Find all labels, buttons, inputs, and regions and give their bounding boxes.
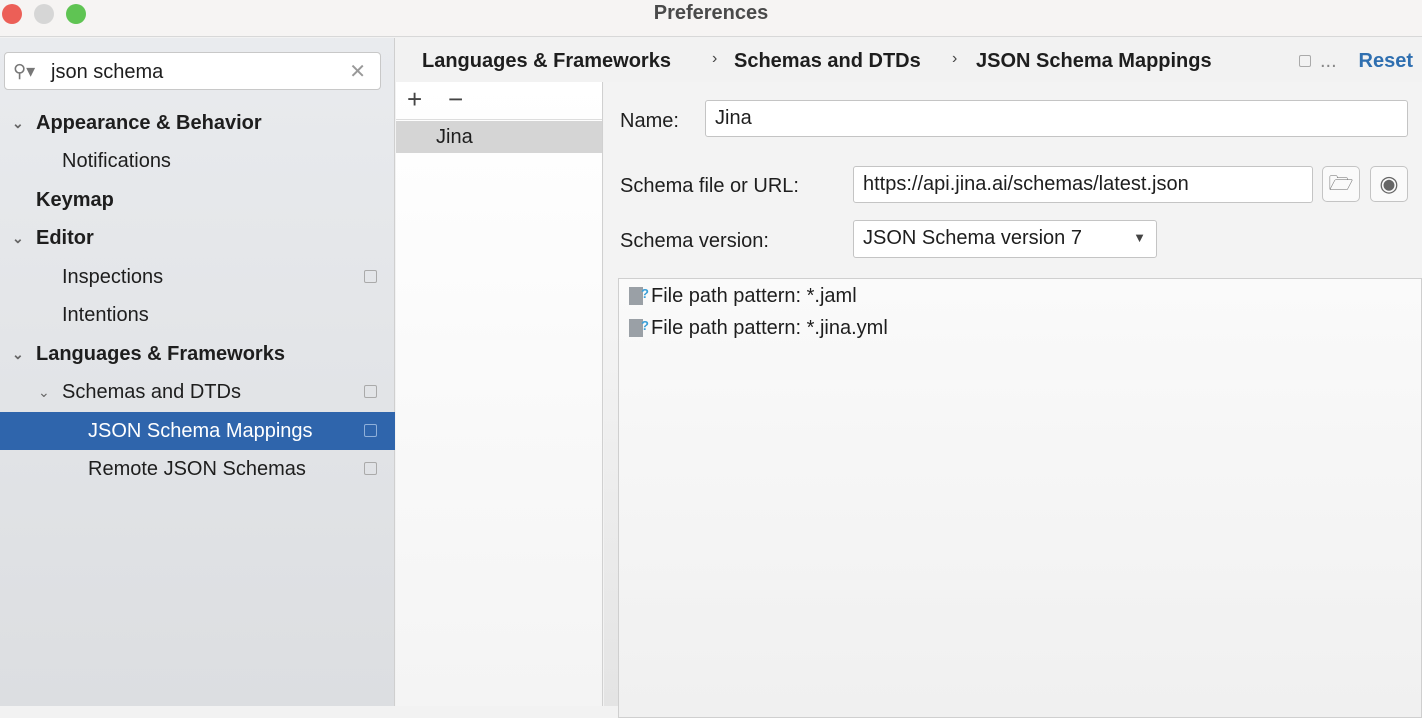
item-label: Languages & Frameworks xyxy=(36,343,285,365)
item-label: JSON Schema Mappings xyxy=(88,420,313,442)
sidebar-item-remote-json-schemas[interactable]: Remote JSON Schemas xyxy=(0,450,395,488)
schema-version-select[interactable]: JSON Schema version 7 ▼ xyxy=(853,220,1157,258)
name-input[interactable]: Jina xyxy=(705,100,1408,137)
add-mapping-button[interactable]: + xyxy=(407,84,422,115)
item-label: Schemas and DTDs xyxy=(62,381,241,403)
name-value: Jina xyxy=(715,107,752,129)
more-options[interactable]: ... xyxy=(1320,50,1337,73)
item-label: Notifications xyxy=(62,150,171,172)
item-label: Remote JSON Schemas xyxy=(88,458,306,480)
sidebar-item-json-schema-mappings[interactable]: JSON Schema Mappings xyxy=(0,412,395,450)
chevron-down-icon[interactable]: ⌄ xyxy=(12,104,24,142)
pattern-list-item[interactable]: ? File path pattern: *.jaml xyxy=(629,281,857,311)
item-label: Intentions xyxy=(62,304,149,326)
sidebar-item-notifications[interactable]: Notifications xyxy=(0,142,395,180)
project-settings-icon xyxy=(364,462,377,475)
sidebar: ⚲▾ json schema ✕ ⌄ Appearance & Behavior … xyxy=(0,38,395,706)
schema-url-input[interactable]: https://api.jina.ai/schemas/latest.json xyxy=(853,166,1313,203)
close-window-button[interactable] xyxy=(2,4,22,24)
schema-version-label: Schema version: xyxy=(620,230,769,252)
breadcrumb-item[interactable]: Schemas and DTDs xyxy=(734,50,921,73)
clear-search-icon[interactable]: ✕ xyxy=(349,59,366,84)
folder-icon: 🗁 xyxy=(1328,173,1354,195)
item-label: Appearance & Behavior xyxy=(36,112,262,134)
project-settings-icon xyxy=(364,385,377,398)
file-patterns-list[interactable]: ? File path pattern: *.jaml ? File path pa… xyxy=(618,278,1422,718)
schema-url-value: https://api.jina.ai/schemas/latest.json xyxy=(863,173,1189,195)
item-label: Editor xyxy=(36,227,94,249)
sidebar-item-keymap[interactable]: Keymap xyxy=(0,181,395,219)
globe-icon: ◉ xyxy=(1379,171,1399,196)
browse-folder-button[interactable]: 🗁 xyxy=(1322,166,1360,202)
remove-mapping-button[interactable]: − xyxy=(448,84,463,115)
sidebar-item-intentions[interactable]: Intentions xyxy=(0,296,395,334)
chevron-down-icon[interactable]: ⌄ xyxy=(38,373,50,411)
search-value: json schema xyxy=(51,61,164,83)
schema-version-value: JSON Schema version 7 xyxy=(863,227,1082,249)
settings-search-input[interactable]: ⚲▾ json schema ✕ xyxy=(4,52,381,90)
project-settings-icon xyxy=(1299,55,1311,67)
breadcrumb-separator: › xyxy=(952,50,958,67)
minimize-window-button[interactable] xyxy=(34,4,54,24)
breadcrumb: Languages & Frameworks › Schemas and DTD… xyxy=(396,38,1422,82)
open-url-button[interactable]: ◉ xyxy=(1370,166,1408,202)
item-label: Inspections xyxy=(62,266,164,288)
dropdown-arrow-icon: ▼ xyxy=(1133,230,1146,245)
window-title: Preferences xyxy=(653,2,769,24)
sidebar-item-appearance-behavior[interactable]: ⌄ Appearance & Behavior xyxy=(0,104,395,142)
pattern-label: File path pattern: *.jina.yml xyxy=(651,317,888,339)
mapping-list-item[interactable]: Jina xyxy=(396,121,602,153)
project-settings-icon xyxy=(364,270,377,283)
reset-link[interactable]: Reset xyxy=(1359,50,1413,73)
mappings-list-panel: + − Jina xyxy=(396,82,603,706)
sidebar-item-editor[interactable]: ⌄ Editor xyxy=(0,219,395,257)
breadcrumb-separator: › xyxy=(712,50,718,67)
search-icon: ⚲▾ xyxy=(13,61,36,81)
title-bar: Preferences xyxy=(0,0,1422,37)
chevron-down-icon[interactable]: ⌄ xyxy=(12,335,24,373)
pattern-list-item[interactable]: ? File path pattern: *.jina.yml xyxy=(629,313,888,343)
breadcrumb-item: JSON Schema Mappings xyxy=(976,50,1212,72)
mapping-label: Jina xyxy=(436,126,473,148)
breadcrumb-item[interactable]: Languages & Frameworks xyxy=(422,50,671,73)
item-label: Keymap xyxy=(36,189,114,211)
schema-url-label: Schema file or URL: xyxy=(620,175,799,197)
chevron-down-icon[interactable]: ⌄ xyxy=(12,219,24,257)
sidebar-item-languages-frameworks[interactable]: ⌄ Languages & Frameworks xyxy=(0,335,395,373)
file-pattern-icon: ? xyxy=(629,286,649,305)
sidebar-item-inspections[interactable]: Inspections xyxy=(0,258,395,296)
mapping-details: Name: Jina Schema file or URL: https://a… xyxy=(604,82,1422,718)
file-pattern-icon: ? xyxy=(629,318,649,337)
maximize-window-button[interactable] xyxy=(66,4,86,24)
sidebar-item-schemas-dtds[interactable]: ⌄ Schemas and DTDs xyxy=(0,373,395,411)
pattern-label: File path pattern: *.jaml xyxy=(651,285,857,307)
name-label: Name: xyxy=(620,110,679,132)
project-settings-icon xyxy=(364,424,377,437)
